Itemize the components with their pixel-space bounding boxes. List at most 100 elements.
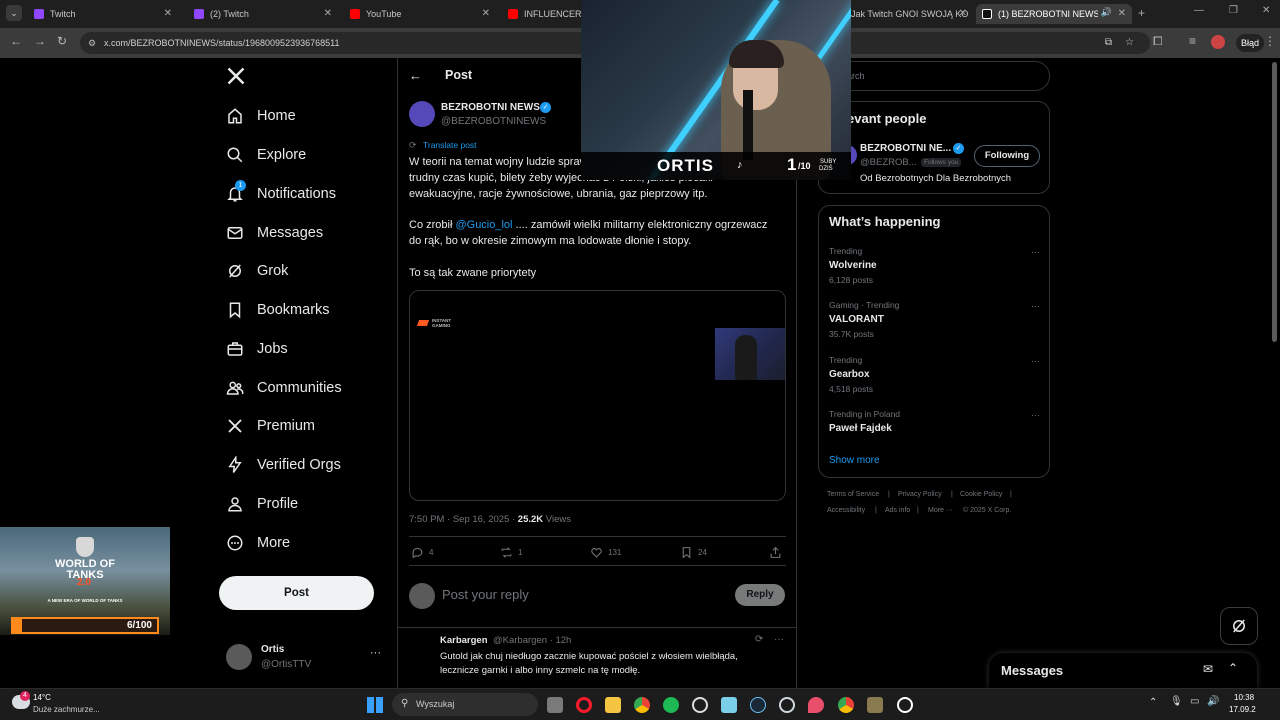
extensions-icon[interactable]: ⧠ [1153, 34, 1163, 49]
sidebar-item-verified-orgs[interactable]: Verified Orgs [226, 450, 341, 480]
footer-link[interactable]: Privacy Policy [898, 491, 942, 498]
sidebar-item-home[interactable]: Home [226, 101, 296, 131]
app-icon[interactable] [897, 697, 913, 713]
reply-input[interactable]: Post your reply [442, 587, 722, 602]
windows-start-icon[interactable] [367, 697, 383, 713]
close-tab-icon[interactable]: ✕ [164, 8, 172, 19]
browser-tab[interactable]: Jak Twitch GNOI SWOJĄ KO ✕ [845, 4, 973, 24]
post-button[interactable]: Post [219, 576, 374, 610]
trend-item[interactable]: Gaming · Trending VALORANT 35.7K posts ·… [829, 300, 1044, 339]
author-name[interactable]: BEZROBOTNI NEWS [441, 102, 540, 113]
more-dots-icon[interactable]: ··· [1031, 410, 1040, 420]
close-tab-icon[interactable]: ✕ [959, 8, 967, 19]
more-dots-icon[interactable]: ··· [370, 647, 381, 659]
microphone-icon[interactable]: 🎙 [1170, 696, 1183, 707]
forward-icon[interactable]: → [34, 34, 46, 48]
repost-action[interactable]: 1 [500, 546, 522, 559]
maximize-icon[interactable]: ❐ [1229, 5, 1238, 16]
sidebar-item-bookmarks[interactable]: Bookmarks [226, 295, 330, 325]
game-icon[interactable] [867, 697, 883, 713]
reply-button[interactable]: Reply [735, 584, 785, 606]
following-button[interactable]: Following [974, 145, 1040, 167]
sidebar-item-communities[interactable]: Communities [226, 373, 342, 403]
browser-tab-active[interactable]: (1) BEZROBOTNI NEWS on 🔊 ✕ [976, 4, 1132, 24]
more-dots-icon[interactable]: ··· [774, 634, 784, 645]
mention-link[interactable]: @Gucio_lol [455, 219, 512, 231]
more-dots-icon[interactable]: ··· [1031, 356, 1040, 366]
back-icon[interactable]: ← [10, 34, 22, 48]
new-message-icon[interactable]: ✉ [1203, 662, 1213, 676]
chrome-icon[interactable] [634, 697, 650, 713]
chrome-icon[interactable] [838, 697, 854, 713]
account-switcher[interactable]: Ortis @OrtisTTV ··· [226, 643, 386, 673]
sidebar-item-messages[interactable]: Messages [226, 218, 323, 248]
volume-icon[interactable]: 🔊 [1207, 696, 1219, 707]
minimize-icon[interactable]: — [1194, 5, 1204, 16]
media-control-icon[interactable]: ≡ [1189, 34, 1196, 48]
sidebar-item-profile[interactable]: Profile [226, 489, 298, 519]
taskbar-search[interactable]: ⚲ Wyszukaj [392, 693, 538, 716]
person-name[interactable]: BEZROBOTNI NE... [860, 143, 951, 154]
bookmark-action[interactable]: 24 [680, 546, 707, 559]
browser-tab[interactable]: (2) Twitch ✕ [188, 4, 338, 24]
grok-floating-button[interactable] [1220, 607, 1258, 645]
profile-error-label[interactable]: Błąd [1236, 34, 1265, 52]
profile-avatar[interactable] [1211, 35, 1225, 49]
messages-drawer[interactable]: Messages ✉ ⌃ [989, 653, 1257, 688]
app-icon[interactable] [779, 697, 795, 713]
footer-more-link[interactable]: More ··· [928, 507, 953, 514]
search-box[interactable]: arch [818, 61, 1050, 91]
close-tab-icon[interactable]: ✕ [324, 8, 332, 19]
close-window-icon[interactable]: ✕ [1262, 5, 1270, 16]
browser-tab[interactable]: YouTube ✕ [344, 4, 496, 24]
timestamp[interactable]: 7:50 PM · Sep 16, 2025 · [409, 514, 518, 525]
network-icon[interactable]: ▭ [1190, 696, 1199, 707]
sidebar-item-explore[interactable]: Explore [226, 140, 306, 170]
page-scrollbar[interactable] [1272, 62, 1277, 342]
sidebar-item-more[interactable]: More [226, 528, 290, 558]
site-info-icon[interactable]: ⚙ [88, 32, 96, 54]
footer-link[interactable]: Terms of Service [827, 491, 879, 498]
close-tab-icon[interactable]: ✕ [482, 8, 490, 19]
trend-item[interactable]: Trending in Poland Paweł Fajdek ··· [829, 409, 1044, 434]
sidebar-item-jobs[interactable]: Jobs [226, 334, 288, 364]
expand-icon[interactable]: ⌃ [1228, 661, 1238, 675]
sidebar-item-notifications[interactable]: 1 Notifications [226, 179, 336, 209]
grok-icon[interactable]: ⟳ [755, 634, 763, 645]
task-view-icon[interactable] [547, 697, 563, 713]
show-more-link[interactable]: Show more [829, 455, 880, 466]
tab-list-button[interactable]: ⌄ [6, 5, 22, 21]
close-tab-icon[interactable]: ✕ [1118, 8, 1126, 19]
share-action[interactable] [769, 546, 787, 559]
author-handle[interactable]: @BEZROBOTNINEWS [441, 116, 546, 127]
more-dots-icon[interactable]: ··· [1031, 301, 1040, 311]
x-logo-icon[interactable] [226, 66, 246, 86]
install-app-icon[interactable]: ⧉ [1105, 32, 1112, 54]
like-action[interactable]: 131 [590, 546, 621, 559]
steam-icon[interactable] [750, 697, 766, 713]
back-arrow-icon[interactable]: ← [409, 68, 422, 83]
browser-tab[interactable]: Twitch ✕ [28, 4, 178, 24]
spotify-icon[interactable] [663, 697, 679, 713]
reply-action[interactable]: 4 [411, 546, 433, 559]
app-icon[interactable] [692, 697, 708, 713]
file-explorer-icon[interactable] [605, 697, 621, 713]
footer-link[interactable]: Ads info [885, 507, 910, 514]
clock-time[interactable]: 10:38 [1234, 693, 1254, 702]
tweet-video[interactable]: INSTANT GAMING [409, 290, 786, 501]
sidebar-item-grok[interactable]: Grok [226, 256, 288, 286]
more-dots-icon[interactable]: ··· [1031, 247, 1040, 257]
browser-tab[interactable]: INFLUENCERZY C [502, 4, 582, 24]
reply-author-name[interactable]: Karbargen [440, 635, 488, 646]
footer-link[interactable]: Cookie Policy [960, 491, 1002, 498]
maps-icon[interactable] [808, 697, 824, 713]
trend-item[interactable]: Trending Gearbox 4,518 posts ··· [829, 355, 1044, 394]
new-tab-button[interactable]: + [1138, 6, 1145, 20]
sidebar-item-premium[interactable]: Premium [226, 411, 315, 441]
translate-link[interactable]: Translate post [423, 140, 477, 150]
tray-expand-icon[interactable]: ⌃ [1149, 697, 1157, 708]
speaker-icon[interactable]: 🔊 [1101, 7, 1112, 18]
footer-link[interactable]: Accessibility [827, 507, 865, 514]
trend-item[interactable]: Trending Wolverine 6,128 posts ··· [829, 246, 1044, 285]
reload-icon[interactable]: ↻ [57, 34, 67, 48]
